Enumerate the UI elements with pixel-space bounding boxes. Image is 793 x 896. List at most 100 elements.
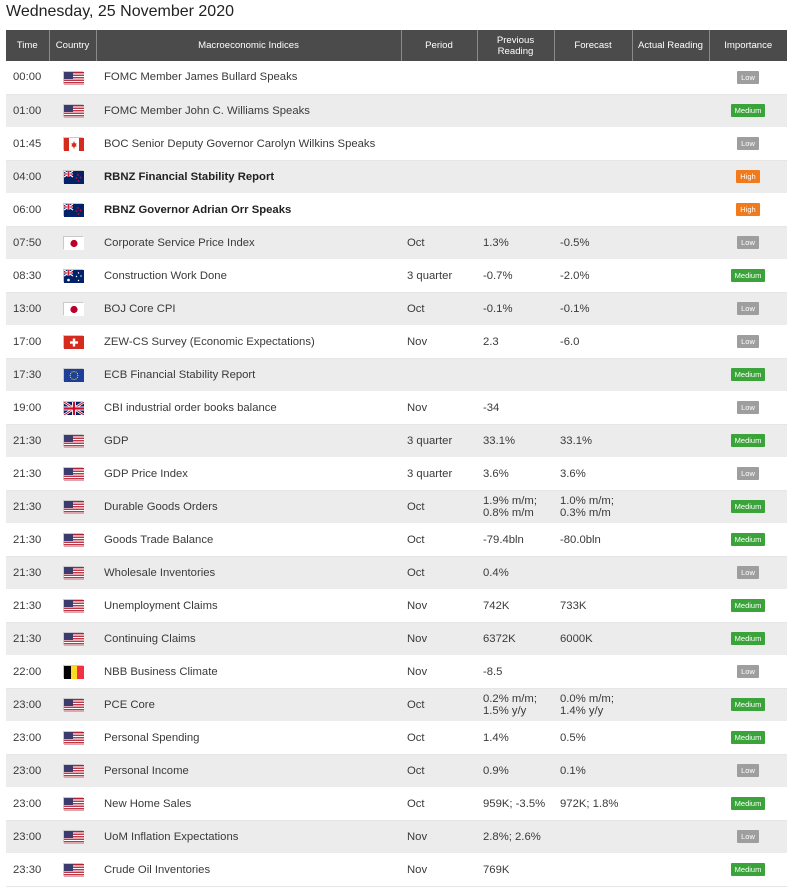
event-country: [49, 391, 96, 425]
importance-badge: Low: [737, 401, 759, 414]
previous-value: 33.1%: [483, 434, 516, 447]
event-name: Corporate Service Price Index: [96, 226, 401, 259]
event-country: [49, 589, 96, 623]
table-row[interactable]: 21:30 Continuing Claims Nov 6372K 6000K Mediu…: [6, 622, 787, 655]
table-row[interactable]: 21:30 Unemployment Claims Nov 742K 733K Mediu…: [6, 589, 787, 623]
table-row[interactable]: 23:00 Personal Spending Oct 1.4% 0.5% Medium: [6, 721, 787, 755]
importance-badge: High: [736, 170, 760, 183]
event-country: [49, 820, 96, 853]
event-previous: 1.4%: [477, 721, 554, 755]
event-name: Personal Spending: [96, 721, 401, 755]
event-previous: [477, 193, 554, 227]
importance-badge: Low: [737, 764, 759, 777]
event-name: Goods Trade Balance: [96, 523, 401, 557]
event-previous: 959K; -3.5%: [477, 787, 554, 821]
table-row[interactable]: 13:00 BOJ Core CPI Oct -0.1% -0.1% Low: [6, 292, 787, 325]
table-row[interactable]: 07:50 Corporate Service Price Index Oct 1.3…: [6, 226, 787, 259]
table-row[interactable]: 23:00 New Home Sales Oct 959K; -3.5% 972K; 1…: [6, 787, 787, 821]
table-row[interactable]: 08:30 Construction Work Done 3 quarter -0.7…: [6, 259, 787, 293]
table-row[interactable]: 23:00 Personal Income Oct 0.9% 0.1% Low: [6, 754, 787, 787]
us-flag-icon: [62, 467, 84, 481]
importance-badge: Low: [737, 830, 759, 843]
table-row[interactable]: 23:00 PCE Core Oct 0.2% m/m; 1.5% y/y 0.0% m/…: [6, 688, 787, 721]
event-actual: [632, 94, 709, 127]
event-importance: Low: [709, 226, 787, 259]
previous-value: 1.3%: [483, 236, 509, 249]
event-actual: [632, 589, 709, 623]
event-previous: -34: [477, 391, 554, 425]
new-zealand-flag-icon: [62, 170, 84, 184]
table-row[interactable]: 06:00 RBNZ Governor Adrian Orr Speaks High: [6, 193, 787, 227]
previous-value: -8.5: [483, 665, 503, 678]
table-row[interactable]: 22:00 NBB Business Climate Nov -8.5 Low: [6, 655, 787, 689]
event-forecast: -6.0: [554, 325, 632, 359]
table-row[interactable]: 01:00 FOMC Member John C. Williams Speaks…: [6, 94, 787, 127]
event-forecast: [554, 391, 632, 425]
event-forecast: -0.1%: [554, 292, 632, 325]
event-period: [401, 358, 477, 391]
previous-value: -34: [483, 401, 500, 414]
event-actual: [632, 820, 709, 853]
table-row[interactable]: 04:00 RBNZ Financial Stability Report High: [6, 160, 787, 193]
table-row[interactable]: 21:30 Wholesale Inventories Oct 0.4% Low: [6, 556, 787, 589]
event-previous: [477, 61, 554, 95]
forecast-value: 1.0% m/m;: [560, 494, 614, 507]
eu-flag-icon: [62, 368, 84, 382]
table-row[interactable]: 17:00 ZEW-CS Survey (Economic Expectation…: [6, 325, 787, 359]
event-previous: [477, 94, 554, 127]
importance-badge: Medium: [730, 698, 766, 711]
table-row[interactable]: 00:00 FOMC Member James Bullard Speaks Low: [6, 61, 787, 95]
event-forecast: [554, 94, 632, 127]
forecast-value: 0.1%: [560, 764, 586, 777]
importance-badge: Medium: [730, 533, 766, 546]
previous-value: 1.5% y/y: [483, 704, 527, 717]
event-period: Nov: [401, 820, 477, 853]
event-name: FOMC Member James Bullard Speaks: [96, 61, 401, 95]
event-forecast: 33.1%: [554, 424, 632, 457]
table-row[interactable]: 17:30 ECB Financial Stability Report Mediu…: [6, 358, 787, 391]
importance-badge: Low: [737, 566, 759, 579]
event-time: 21:30: [6, 556, 49, 589]
event-importance: Medium: [709, 589, 787, 623]
forecast-value: 33.1%: [560, 434, 593, 447]
us-flag-icon: [62, 566, 84, 580]
event-time: 21:30: [6, 424, 49, 457]
event-time: 01:45: [6, 127, 49, 161]
event-name: Personal Income: [96, 754, 401, 787]
event-name: New Home Sales: [96, 787, 401, 821]
previous-value: -79.4bln: [483, 533, 524, 546]
event-actual: [632, 688, 709, 721]
event-country: [49, 424, 96, 457]
us-flag-icon: [62, 70, 84, 85]
table-row[interactable]: 21:30 GDP 3 quarter 33.1% 33.1% Medium: [6, 424, 787, 457]
table-row[interactable]: 21:30 Goods Trade Balance Oct -79.4bln -80.0…: [6, 523, 787, 557]
australia-flag-icon: [62, 269, 84, 283]
event-country: [49, 754, 96, 787]
event-name: BOC Senior Deputy Governor Carolyn Wilki…: [96, 127, 401, 161]
table-row[interactable]: 21:30 GDP Price Index 3 quarter 3.6% 3.6% Low: [6, 457, 787, 491]
table-row[interactable]: 01:45 BOC Senior Deputy Governor Carolyn …: [6, 127, 787, 161]
event-name: Construction Work Done: [96, 259, 401, 293]
event-name: NBB Business Climate: [96, 655, 401, 689]
event-name: ECB Financial Stability Report: [96, 358, 401, 391]
col-header-period: Period: [401, 30, 478, 61]
event-time: 08:30: [6, 259, 49, 293]
forecast-value: 0.5%: [560, 731, 586, 744]
table-row[interactable]: 23:00 UoM Inflation Expectations Nov 2.8%; …: [6, 820, 787, 853]
table-header-row: Time Country Macroeconomic Indices Perio…: [6, 30, 787, 61]
event-actual: [632, 325, 709, 359]
importance-badge: Low: [737, 302, 759, 315]
event-time: 21:30: [6, 622, 49, 655]
event-period: Nov: [401, 589, 477, 623]
event-time: 23:00: [6, 820, 49, 853]
event-time: 13:00: [6, 292, 49, 325]
table-row[interactable]: 19:00 CBI industrial order books balance N…: [6, 391, 787, 425]
importance-badge: Medium: [730, 797, 766, 810]
forecast-value: 972K; 1.8%: [560, 797, 619, 810]
event-importance: High: [709, 160, 787, 193]
importance-badge: Low: [737, 70, 759, 84]
event-country: [49, 358, 96, 391]
switzerland-flag-icon: [62, 335, 84, 349]
table-row[interactable]: 23:30 Crude Oil Inventories Nov 769K Medium: [6, 853, 787, 887]
table-row[interactable]: 21:30 Durable Goods Orders Oct 1.9% m/m; 0.8…: [6, 490, 787, 523]
